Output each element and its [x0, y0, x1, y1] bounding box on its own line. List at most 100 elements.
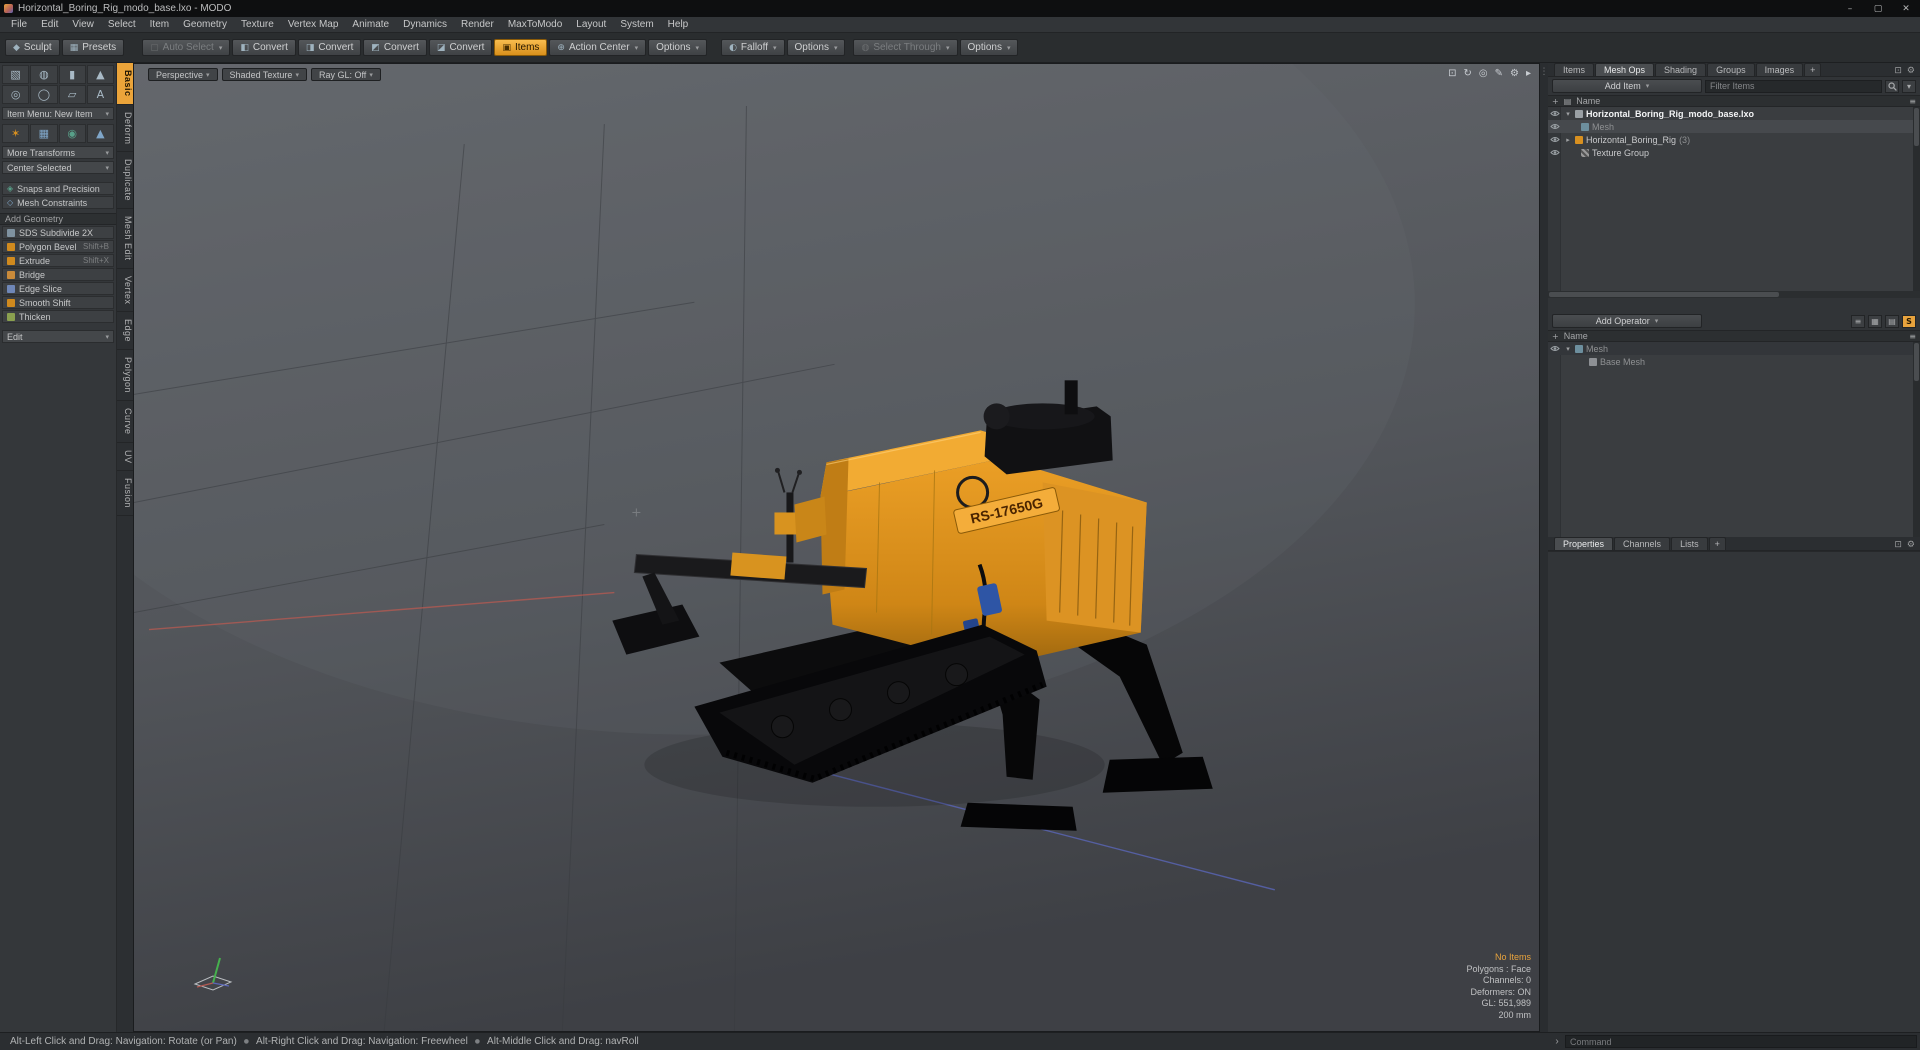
- ops-row-mesh[interactable]: ▾ Mesh: [1548, 342, 1920, 355]
- add-tab-button[interactable]: +: [1708, 537, 1726, 550]
- tree-row-texture-group[interactable]: Texture Group: [1548, 146, 1920, 159]
- close-button[interactable]: ✕: [1892, 0, 1920, 17]
- torus-primitive-icon[interactable]: ◎: [2, 85, 30, 104]
- convert-polygons-button[interactable]: ◩ Convert: [363, 39, 427, 56]
- menu-render[interactable]: Render: [454, 17, 501, 32]
- menu-edit[interactable]: Edit: [34, 17, 65, 32]
- sculpt-button[interactable]: ◆ Sculpt: [5, 39, 60, 56]
- search-button[interactable]: [1885, 79, 1899, 93]
- paint-tool-icon[interactable]: ✶: [2, 124, 30, 143]
- tool-extrude[interactable]: Extrude Shift+X: [2, 254, 114, 267]
- camera-view-button[interactable]: Perspective ▾: [148, 68, 218, 81]
- edit-dropdown[interactable]: Edit ▾: [2, 330, 114, 343]
- ray-gl-button[interactable]: Ray GL: Off ▾: [310, 68, 381, 81]
- tool-tab-basic[interactable]: Basic: [117, 63, 133, 105]
- item-tree-scrollbar[interactable]: [1913, 107, 1920, 291]
- ops-list-icon[interactable]: ≡: [1851, 314, 1865, 328]
- convert-materials-button[interactable]: ◪ Convert: [428, 39, 493, 56]
- tool-tab-duplicate[interactable]: Duplicate: [117, 152, 133, 210]
- items-mode-button[interactable]: ▣ Items: [494, 39, 548, 56]
- action-center-options-button[interactable]: Options ▾: [648, 39, 708, 56]
- snaps-and-precision-button[interactable]: ◈ Snaps and Precision: [2, 182, 114, 195]
- pin-icon[interactable]: ⊡: [1894, 540, 1902, 550]
- tab-groups[interactable]: Groups: [1707, 63, 1755, 76]
- menu-maxtomodo[interactable]: MaxToModo: [501, 17, 569, 32]
- tree-row-mesh[interactable]: Mesh: [1548, 120, 1920, 133]
- menu-layout[interactable]: Layout: [569, 17, 613, 32]
- tool-edge-slice[interactable]: Edge Slice: [2, 282, 114, 295]
- tab-items[interactable]: Items: [1554, 63, 1595, 76]
- tree-row-rig[interactable]: ▸ Horizontal_Boring_Rig (3): [1548, 133, 1920, 146]
- zoom-view-icon[interactable]: ◎: [1479, 68, 1488, 79]
- visibility-eye-icon[interactable]: [1548, 120, 1561, 133]
- list-options-icon[interactable]: ≡: [1909, 332, 1916, 341]
- solo-button[interactable]: S: [1902, 314, 1916, 328]
- center-selected-dropdown[interactable]: Center Selected ▾: [2, 161, 114, 174]
- tab-mesh-ops[interactable]: Mesh Ops: [1595, 63, 1655, 76]
- tool-tab-vertex[interactable]: Vertex: [117, 269, 133, 313]
- filter-items-input[interactable]: [1705, 79, 1882, 93]
- more-transforms-dropdown[interactable]: More Transforms ▾: [2, 146, 114, 159]
- menu-texture[interactable]: Texture: [234, 17, 281, 32]
- viewport-3d-scene[interactable]: RS-17650G: [134, 64, 1539, 1031]
- viewport-more-icon[interactable]: ▸: [1526, 68, 1531, 79]
- plane-primitive-icon[interactable]: ▱: [58, 85, 86, 104]
- tool-tab-uv[interactable]: UV: [117, 443, 133, 472]
- viewport-gear-icon[interactable]: ⚙: [1510, 68, 1519, 79]
- tool-tab-fusion[interactable]: Fusion: [117, 471, 133, 517]
- tool-tab-polygon[interactable]: Polygon: [117, 350, 133, 402]
- grid-tool-icon[interactable]: ▦: [30, 124, 58, 143]
- convert-vertices-button[interactable]: ◧ Convert: [232, 39, 296, 56]
- menu-item[interactable]: Item: [143, 17, 176, 32]
- text-primitive-icon[interactable]: A: [86, 85, 114, 104]
- mesh-ops-scrollbar[interactable]: [1913, 342, 1920, 537]
- action-center-button[interactable]: ⊕ Action Center ▾: [549, 39, 647, 56]
- item-menu-dropdown[interactable]: Item Menu: New Item ▾: [2, 107, 114, 120]
- tab-shading[interactable]: Shading: [1655, 63, 1707, 76]
- gear-icon[interactable]: ⚙: [1907, 66, 1915, 76]
- filter-options-button[interactable]: ▾: [1902, 79, 1916, 93]
- tab-lists[interactable]: Lists: [1671, 537, 1708, 550]
- item-tree-hscrollbar[interactable]: [1548, 291, 1920, 298]
- tool-tab-mesh-edit[interactable]: Mesh Edit: [117, 209, 133, 269]
- falloff-button[interactable]: ◐ Falloff ▾: [721, 39, 785, 56]
- menu-system[interactable]: System: [613, 17, 660, 32]
- tool-thicken[interactable]: Thicken: [2, 310, 114, 323]
- ops-row-base-mesh[interactable]: Base Mesh: [1548, 355, 1920, 368]
- tree-row-scene[interactable]: ▾ Horizontal_Boring_Rig_modo_base.lxo: [1548, 107, 1920, 120]
- tab-properties[interactable]: Properties: [1554, 537, 1614, 550]
- gear-icon[interactable]: ⚙: [1907, 540, 1915, 550]
- menu-file[interactable]: File: [4, 17, 34, 32]
- convert-edges-button[interactable]: ◨ Convert: [297, 39, 362, 56]
- ops-rows-icon[interactable]: ▤: [1885, 314, 1899, 328]
- select-through-options-button[interactable]: Options ▾: [959, 39, 1019, 56]
- sphere-primitive-icon[interactable]: ◍: [30, 65, 58, 84]
- add-column-icon[interactable]: +: [1552, 332, 1559, 341]
- select-through-button[interactable]: ◍ Select Through ▾: [853, 39, 958, 56]
- cylinder-primitive-icon[interactable]: ▮: [58, 65, 86, 84]
- auto-select-button[interactable]: ▢ Auto Select ▾: [142, 39, 231, 56]
- minimize-button[interactable]: –: [1836, 0, 1864, 17]
- menu-dynamics[interactable]: Dynamics: [396, 17, 454, 32]
- add-item-button[interactable]: Add Item ▾: [1552, 79, 1702, 93]
- cube-primitive-icon[interactable]: ▧: [2, 65, 30, 84]
- terrain-tool-icon[interactable]: ▲: [86, 124, 114, 143]
- command-input[interactable]: [1565, 1035, 1917, 1048]
- visibility-eye-icon[interactable]: [1548, 342, 1561, 355]
- panel-divider[interactable]: ⋮: [1540, 63, 1549, 1032]
- cone-primitive-icon[interactable]: ▲: [86, 65, 114, 84]
- menu-help[interactable]: Help: [661, 17, 696, 32]
- tab-channels[interactable]: Channels: [1614, 537, 1671, 550]
- tool-smooth-shift[interactable]: Smooth Shift: [2, 296, 114, 309]
- add-tab-button[interactable]: +: [1804, 63, 1822, 76]
- tool-tab-edge[interactable]: Edge: [117, 312, 133, 351]
- add-operator-button[interactable]: Add Operator ▾: [1552, 314, 1702, 328]
- columns-icon[interactable]: ▤: [1564, 97, 1572, 106]
- fit-view-icon[interactable]: ⊡: [1448, 68, 1456, 79]
- pencil-icon[interactable]: ✎: [1495, 68, 1503, 79]
- viewport-3d[interactable]: RS-17650G Perspective ▾ Shaded Texture ▾…: [133, 63, 1540, 1032]
- visibility-eye-icon[interactable]: [1548, 146, 1561, 159]
- disclosure-open-icon[interactable]: ▾: [1564, 345, 1572, 353]
- rotate-view-icon[interactable]: ↻: [1463, 68, 1471, 79]
- menu-select[interactable]: Select: [101, 17, 143, 32]
